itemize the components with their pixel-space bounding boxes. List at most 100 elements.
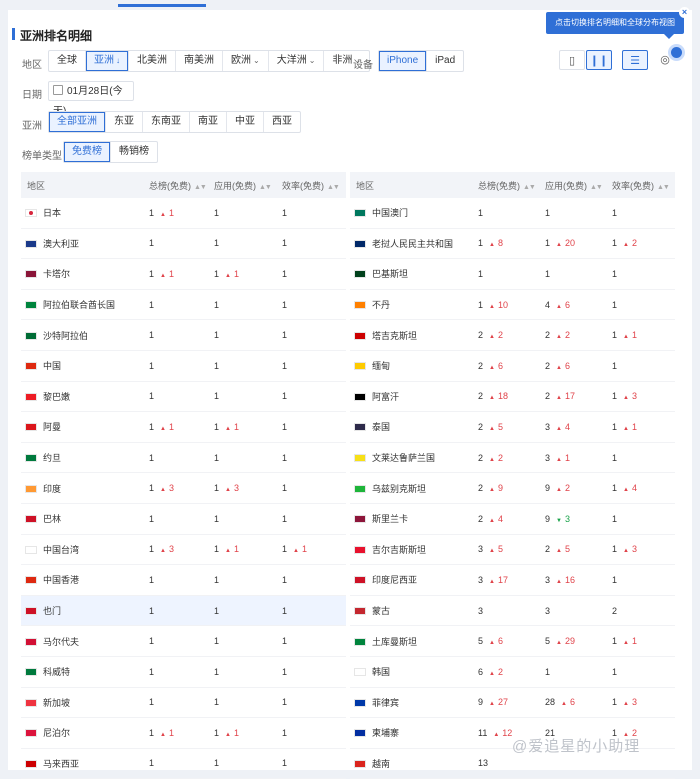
table-row[interactable]: 塔吉克斯坦 2 ▲ 2 2 ▲ 2 1 ▲ 1 (350, 319, 675, 351)
arrow-up-icon: ▲ (556, 395, 562, 402)
rank-change-up: ▲ 6 (561, 697, 575, 707)
column-header-efficiency[interactable]: 效率(免费) ▲▼ (612, 172, 675, 198)
subregion-option-east-asia[interactable]: 东亚 (106, 112, 143, 132)
region-cell: 新加坡 (21, 687, 149, 719)
table-row[interactable]: 印度尼西亚 3 ▲ 17 3 ▲ 16 1 (350, 564, 675, 596)
phone-view-button[interactable]: ▯ (559, 50, 585, 70)
rank-change-value: 1 (233, 421, 239, 432)
region-cell: 科威特 (21, 656, 149, 688)
flag-icon (25, 484, 37, 493)
list-option-grossing[interactable]: 畅销榜 (111, 142, 157, 162)
region-option-europe[interactable]: 欧洲 ⌄ (223, 51, 269, 71)
rank-change-up: ▲ 1 (225, 544, 239, 554)
globe-view-button[interactable]: ◎ (652, 50, 678, 70)
table-row[interactable]: 中国 1 1 1 (21, 350, 346, 382)
table-row[interactable]: 缅甸 2 ▲ 6 2 ▲ 6 1 (350, 350, 675, 382)
table-row[interactable]: 澳大利亚 1 1 1 (21, 228, 346, 260)
efficiency-rank: 1 (612, 666, 618, 677)
table-row[interactable]: 新加坡 1 1 1 (21, 687, 346, 719)
device-option-iphone[interactable]: iPhone (379, 51, 428, 71)
region-option-north-america[interactable]: 北美洲 (129, 51, 176, 71)
rank-change-value: 1 (631, 330, 637, 341)
rank-change-up: ▲ 2 (489, 453, 503, 463)
table-row[interactable]: 日本 1 ▲ 1 1 1 (21, 198, 346, 229)
table-row[interactable]: 吉尔吉斯斯坦 3 ▲ 5 2 ▲ 5 1 ▲ 3 (350, 534, 675, 566)
region-option-global[interactable]: 全球 (49, 51, 86, 71)
table-row[interactable]: 阿曼 1 ▲ 1 1 ▲ 1 1 (21, 411, 346, 443)
column-header-overall[interactable]: 总榜(免费) ▲▼ (149, 172, 214, 198)
table-row[interactable]: 黎巴嫩 1 1 1 (21, 381, 346, 413)
table-row[interactable]: 科威特 1 1 1 (21, 656, 346, 688)
rank-change-up: ▲ 1 (556, 453, 570, 463)
date-picker[interactable]: 01月28日(今天) (48, 81, 134, 117)
subregion-option-southeast-asia[interactable]: 东南亚 (143, 112, 190, 132)
table-row[interactable]: 马来西亚 1 1 1 (21, 748, 346, 779)
table-row[interactable]: 阿拉伯联合酋长国 1 1 1 (21, 289, 346, 321)
table-row[interactable]: 乌兹别克斯坦 2 ▲ 9 9 ▲ 2 1 ▲ 4 (350, 472, 675, 504)
app-cell: 9 ▲ 2 (545, 472, 612, 504)
arrow-up-icon: ▲ (556, 456, 562, 463)
column-header-app[interactable]: 应用(免费) ▲▼ (214, 172, 282, 198)
efficiency-rank: 1 (612, 544, 618, 555)
region-option-oceania[interactable]: 大洋洲 ⌄ (269, 51, 325, 71)
table-row[interactable]: 中国香港 1 1 1 (21, 564, 346, 596)
table-row[interactable]: 印度 1 ▲ 3 1 ▲ 3 1 (21, 472, 346, 504)
rank-change-up: ▲ 6 (489, 636, 503, 646)
subregion-option-west-asia[interactable]: 西亚 (264, 112, 300, 132)
rank-change-value: 1 (233, 727, 239, 738)
table-row[interactable]: 蒙古 3 3 2 (350, 595, 675, 627)
table-header-row: 地区 总榜(免费) ▲▼ 应用(免费) ▲▼ 效率(免费) ▲▼ (350, 172, 675, 198)
region-cell: 老挝人民民主共和国 (350, 228, 478, 260)
device-option-ipad[interactable]: iPad (427, 51, 463, 71)
overall-cell: 1 (478, 198, 545, 229)
table-row[interactable]: 巴基斯坦 1 1 1 (350, 258, 675, 290)
rank-change-value: 5 (497, 544, 503, 555)
table-row[interactable]: 巴林 1 1 1 (21, 503, 346, 535)
table-row[interactable]: 老挝人民民主共和国 1 ▲ 8 1 ▲ 20 1 ▲ 2 (350, 228, 675, 260)
table-row[interactable]: 约旦 1 1 1 (21, 442, 346, 474)
rank-change-value: 8 (497, 238, 503, 249)
table-row[interactable]: 中国澳门 1 1 1 (350, 198, 675, 229)
table-row[interactable]: 土库曼斯坦 5 ▲ 6 5 ▲ 29 1 ▲ 1 (350, 625, 675, 657)
table-row[interactable]: 韩国 6 ▲ 2 1 1 (350, 656, 675, 688)
split-view-button[interactable]: ❙❙ (586, 50, 612, 70)
table-row[interactable]: 卡塔尔 1 ▲ 1 1 ▲ 1 1 (21, 258, 346, 290)
subregion-option-south-asia[interactable]: 南亚 (190, 112, 227, 132)
table-row[interactable]: 菲律宾 9 ▲ 27 28 ▲ 6 1 ▲ 3 (350, 687, 675, 719)
efficiency-rank: 1 (282, 544, 288, 555)
arrow-up-icon: ▲ (489, 334, 495, 341)
app-cell: 1 (214, 687, 282, 719)
page-title: 亚洲排名明细 (11, 28, 93, 43)
table-row[interactable]: 也门 1 1 1 (21, 595, 346, 627)
subregion-option-central-asia[interactable]: 中亚 (227, 112, 264, 132)
table-row[interactable]: 斯里兰卡 2 ▲ 4 9 ▼ 3 1 (350, 503, 675, 535)
region-option-south-america[interactable]: 南美洲 (176, 51, 223, 71)
list-option-free[interactable]: 免费榜 (64, 142, 111, 162)
rank-change-value: 2 (564, 483, 570, 494)
close-icon[interactable]: × (679, 7, 690, 18)
app-rank: 1 (545, 666, 551, 677)
sort-icon: ▲▼ (523, 183, 536, 191)
table-row[interactable]: 泰国 2 ▲ 5 3 ▲ 4 1 ▲ 1 (350, 411, 675, 443)
column-header-app[interactable]: 应用(免费) ▲▼ (545, 172, 612, 198)
table-row[interactable]: 不丹 1 ▲ 10 4 ▲ 6 1 (350, 289, 675, 321)
efficiency-rank: 1 (282, 574, 288, 585)
list-view-button[interactable]: ☰ (622, 50, 648, 70)
table-row[interactable]: 文莱达鲁萨兰国 2 ▲ 2 3 ▲ 1 1 (350, 442, 675, 474)
table-row[interactable]: 阿富汗 2 ▲ 18 2 ▲ 17 1 ▲ 3 (350, 381, 675, 413)
subregion-option-all-asia[interactable]: 全部亚洲 (49, 112, 106, 132)
table-row[interactable]: 中国台湾 1 ▲ 3 1 ▲ 1 1 ▲ 1 (21, 534, 346, 566)
efficiency-cell: 1 (282, 289, 346, 321)
rank-change-up: ▲ 3 (623, 391, 637, 401)
table-row[interactable]: 沙特阿拉伯 1 1 1 (21, 319, 346, 351)
table-row[interactable]: 马尔代夫 1 1 1 (21, 625, 346, 657)
arrow-up-icon: ▲ (623, 548, 629, 555)
app-cell: 1 (214, 656, 282, 688)
column-header-overall[interactable]: 总榜(免费) ▲▼ (478, 172, 545, 198)
efficiency-cell: 1 ▲ 1 (612, 411, 675, 443)
app-rank: 1 (214, 391, 220, 402)
overall-rank: 13 (478, 758, 489, 769)
region-option-asia[interactable]: 亚洲 ↓ (86, 51, 129, 71)
column-header-efficiency[interactable]: 效率(免费) ▲▼ (282, 172, 346, 198)
table-row[interactable]: 尼泊尔 1 ▲ 1 1 ▲ 1 1 (21, 717, 346, 749)
